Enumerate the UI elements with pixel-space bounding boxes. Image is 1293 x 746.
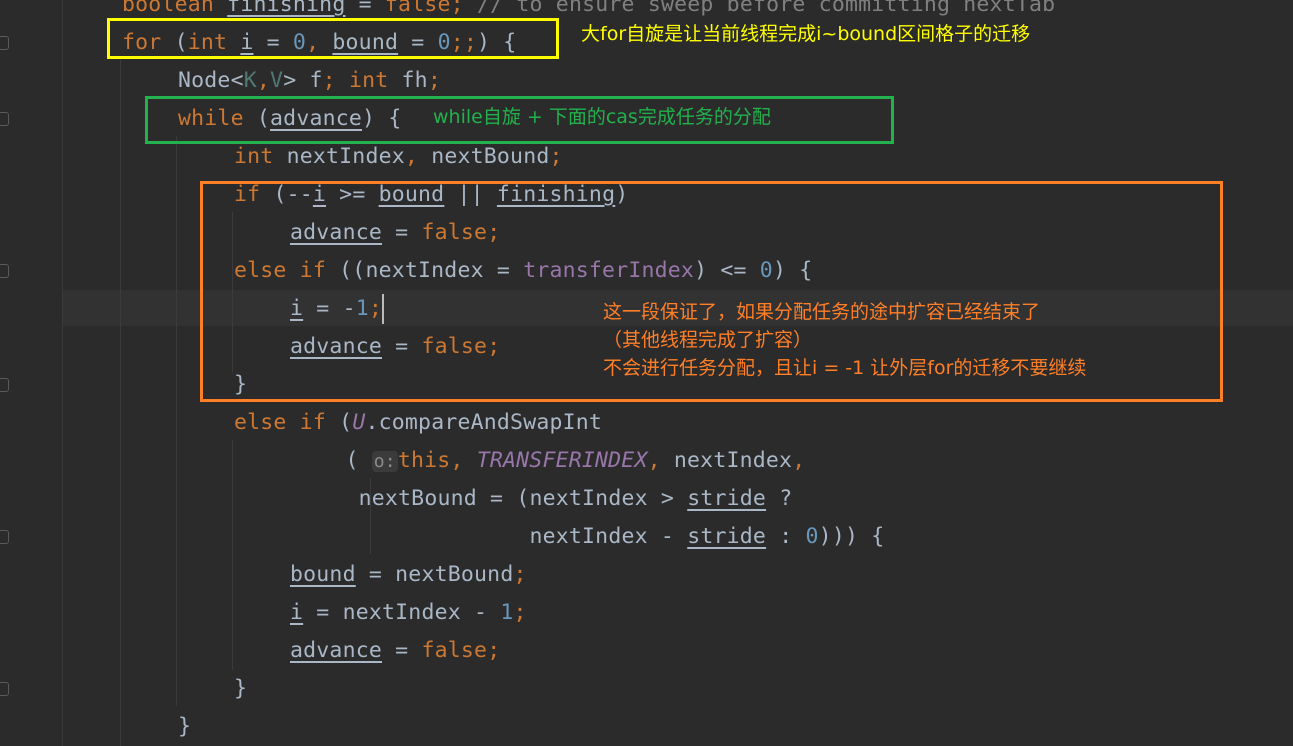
code-token: false — [421, 638, 488, 663]
code-token: ))) { — [818, 524, 885, 549]
code-token: boolean — [122, 0, 215, 17]
parameter-hint: o: — [371, 451, 398, 472]
code-token: } — [178, 714, 192, 739]
while-loop-annotation: while自旋 + 下面的cas完成任务的分配 — [433, 106, 771, 128]
code-token: finishing — [227, 0, 346, 17]
code-token: = nextBound — [355, 562, 514, 587]
code-token: ; — [513, 600, 527, 625]
code-token: 0 — [805, 524, 819, 549]
code-line[interactable]: nextIndex - stride : 0))) { — [122, 518, 884, 556]
code-token: ( — [326, 410, 353, 435]
code-token: fh — [388, 68, 428, 93]
code-line[interactable]: else if (U.compareAndSwapInt — [234, 404, 602, 442]
fold-icon[interactable] — [0, 36, 9, 50]
code-token: , — [647, 448, 661, 473]
if-block-annotation-line: （其他线程完成了扩容） — [603, 329, 813, 351]
if-block-annotation-line: 这一段保证了，如果分配任务的途中扩容已经结束了 — [603, 301, 1041, 323]
code-token: 1 — [500, 600, 514, 625]
code-token: U — [352, 410, 366, 435]
code-token: stride — [687, 486, 767, 511]
code-token: > f — [283, 68, 323, 93]
code-token: K — [243, 68, 257, 93]
code-token: nextBound = (nextIndex > — [122, 486, 688, 511]
code-token: ( — [122, 448, 372, 473]
code-token: i — [290, 600, 304, 625]
code-token: else if — [234, 410, 327, 435]
indent-guide — [176, 136, 177, 706]
code-token: advance — [290, 638, 383, 663]
code-token: V — [270, 68, 284, 93]
code-token: ; — [450, 0, 464, 17]
code-token: false — [384, 0, 451, 17]
code-token: .compareAndSwapInt — [365, 410, 603, 435]
code-token: nextIndex - — [122, 524, 688, 549]
fold-icon[interactable] — [0, 378, 9, 392]
code-line[interactable]: nextBound = (nextIndex > stride ? — [122, 480, 793, 518]
fold-icon[interactable] — [0, 264, 9, 278]
if-block-annotation-line: 不会进行任务分配，且让i = -1 让外层for的迁移不要继续 — [603, 357, 1087, 379]
fold-icon[interactable] — [0, 530, 9, 544]
code-token: = — [382, 638, 422, 663]
code-token: : — [766, 524, 806, 549]
code-token: , — [792, 448, 806, 473]
code-token: , — [256, 68, 271, 93]
for-loop-annotation: 大for自旋是让当前线程完成i~bound区间格子的迁移 — [581, 23, 1031, 45]
code-token: // to ensure sweep before committing nex… — [463, 0, 1056, 17]
code-line[interactable]: Node<K,V> f; int fh; — [178, 62, 441, 100]
code-token: bound — [290, 562, 356, 587]
code-token: stride — [687, 524, 767, 549]
code-line[interactable]: i = nextIndex - 1; — [290, 594, 527, 632]
code-token: , — [450, 448, 464, 473]
indent-guide — [120, 60, 121, 746]
code-line[interactable]: bound = nextBound; — [290, 556, 527, 594]
code-token: ; — [549, 144, 563, 169]
code-line[interactable]: ( o:this, TRANSFERINDEX, nextIndex, — [122, 442, 805, 480]
code-token: ; — [427, 68, 441, 93]
code-token: Node< — [178, 68, 244, 93]
code-token: TRANSFERINDEX — [476, 448, 648, 473]
code-token: = nextIndex - — [303, 600, 501, 625]
fold-icon[interactable] — [0, 112, 9, 126]
code-token: = — [345, 0, 385, 17]
code-token: int — [234, 144, 274, 169]
code-token: nextIndex — [273, 144, 405, 169]
code-token: nextIndex — [660, 448, 793, 473]
code-token: , — [404, 144, 419, 169]
editor-gutter — [0, 0, 63, 746]
code-token: ; — [322, 68, 336, 93]
code-token: } — [234, 676, 248, 701]
code-token: ? — [766, 486, 793, 511]
code-token: ; — [513, 562, 527, 587]
code-line[interactable]: } — [178, 708, 191, 746]
code-line[interactable]: advance = false; — [290, 632, 500, 670]
code-token: ; — [487, 638, 501, 663]
code-token: int — [348, 68, 389, 93]
code-token: this — [397, 448, 451, 473]
code-token: nextBound — [418, 144, 550, 169]
fold-icon[interactable] — [0, 682, 9, 696]
for-loop-highlight-box — [107, 18, 559, 59]
code-line[interactable]: } — [234, 670, 247, 708]
